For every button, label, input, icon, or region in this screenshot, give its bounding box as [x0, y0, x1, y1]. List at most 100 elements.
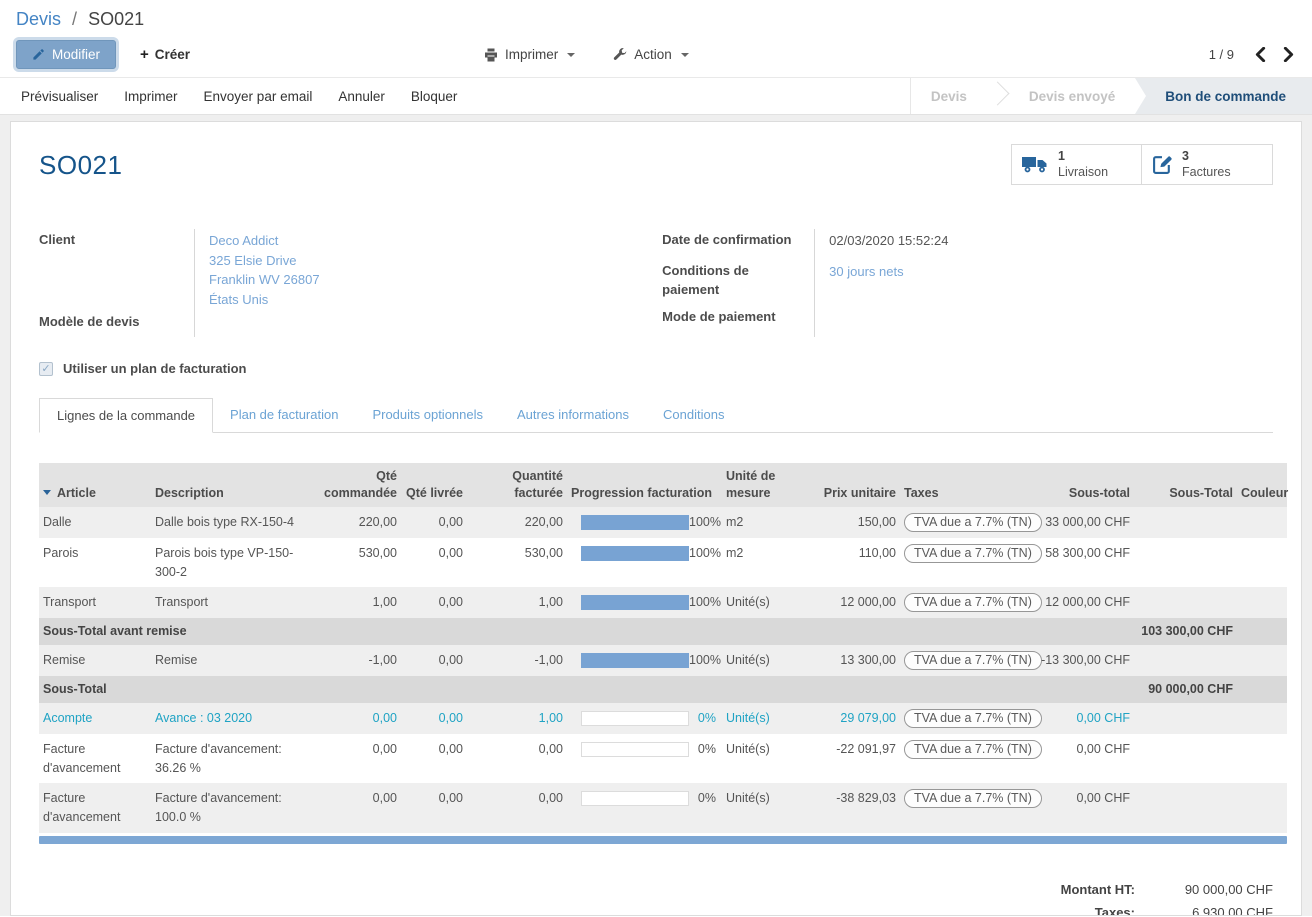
table-horizontal-scrollbar[interactable]	[39, 836, 1287, 844]
section-amount: 103 300,00 CHF	[1134, 618, 1237, 645]
cell-subtotal-2	[1134, 645, 1237, 676]
statusbar-state-devis-envoye[interactable]: Devis envoyé	[1009, 78, 1135, 114]
tab-autres-informations[interactable]: Autres informations	[500, 398, 646, 433]
column-header-taxes[interactable]: Taxes	[900, 463, 1034, 507]
table-section-row[interactable]: Sous-Total avant remise103 300,00 CHF	[39, 618, 1287, 645]
cell-qty-invoiced: 1,00	[467, 587, 567, 618]
statusbar-button-bloquer[interactable]: Bloquer	[398, 78, 471, 114]
invoicing-plan-checkbox[interactable]: ✓	[39, 362, 53, 376]
cell-subtotal: 12 000,00 CHF	[1034, 587, 1134, 618]
quote-template-field-value[interactable]	[194, 311, 637, 337]
statusbar-state-bon-de-commande[interactable]: Bon de commande	[1135, 78, 1312, 114]
progress-percent-label: 100%	[689, 513, 723, 532]
statusbar-button-annuler[interactable]: Annuler	[325, 78, 398, 114]
cell-qty-ordered: 0,00	[309, 703, 401, 734]
cell-couleur	[1237, 507, 1287, 538]
client-address-line[interactable]: 325 Elsie Drive	[209, 251, 637, 271]
order-line-row[interactable]: Facture d'avancementFacture d'avancement…	[39, 734, 1287, 784]
section-filler	[1237, 618, 1287, 645]
statusbar-state-devis[interactable]: Devis	[911, 78, 987, 114]
cell-couleur	[1237, 645, 1287, 676]
column-header-sous-total[interactable]: Sous-total	[1034, 463, 1134, 507]
total-row-taxes: Taxes:6 930,00 CHF	[1001, 901, 1273, 916]
cell-description: Dalle bois type RX-150-4	[151, 507, 309, 538]
print-menu-button[interactable]: Imprimer	[478, 46, 581, 63]
column-header-sous-total-2[interactable]: Sous-Total	[1134, 463, 1237, 507]
cell-description: Parois bois type VP-150-300-2	[151, 538, 309, 588]
edit-button[interactable]: Modifier	[16, 40, 116, 69]
action-menu-button[interactable]: Action	[607, 46, 695, 63]
stat-button-count: 1	[1058, 149, 1108, 165]
cell-subtotal: -13 300,00 CHF	[1034, 645, 1134, 676]
totals-block: Montant HT:90 000,00 CHFTaxes:6 930,00 C…	[1001, 878, 1273, 916]
confirmation-date-field-label: Date de confirmation	[662, 229, 814, 260]
statusbar-button-imprimer[interactable]: Imprimer	[111, 78, 190, 114]
table-section-row[interactable]: Sous-Total90 000,00 CHF	[39, 676, 1287, 703]
total-row-montant-ht: Montant HT:90 000,00 CHF	[1001, 878, 1273, 901]
breadcrumb-parent-link[interactable]: Devis	[16, 9, 61, 29]
payment-mode-field-value[interactable]	[814, 306, 1260, 337]
column-header-quantite-facturee[interactable]: Quantité facturée	[467, 463, 567, 507]
order-line-row[interactable]: Facture d'avancementFacture d'avancement…	[39, 783, 1287, 833]
cell-qty-delivered: 0,00	[401, 538, 467, 588]
client-address-line[interactable]: États Unis	[209, 290, 637, 310]
breadcrumb-separator: /	[72, 9, 77, 29]
cell-couleur	[1237, 538, 1287, 588]
pager-next-button[interactable]	[1281, 45, 1296, 64]
column-header-article[interactable]: Article	[39, 463, 151, 507]
cell-uom: Unité(s)	[722, 783, 808, 833]
cell-qty-ordered: -1,00	[309, 645, 401, 676]
invoice-edit-icon	[1152, 154, 1173, 175]
cell-article: Facture d'avancement	[39, 783, 151, 833]
cell-subtotal-2	[1134, 734, 1237, 784]
client-address-line[interactable]: Deco Addict	[209, 231, 637, 251]
cell-qty-ordered: 530,00	[309, 538, 401, 588]
progress-percent-label: 100%	[689, 593, 723, 612]
cell-qty-delivered: 0,00	[401, 783, 467, 833]
progress-percent-label: 0%	[689, 789, 718, 808]
cell-article: Dalle	[39, 507, 151, 538]
order-line-row[interactable]: AcompteAvance : 03 20200,000,001,000%Uni…	[39, 703, 1287, 734]
stat-button-livraison[interactable]: 1Livraison	[1011, 144, 1142, 185]
chevron-down-icon	[567, 53, 575, 57]
progress-bar	[581, 791, 689, 806]
column-header-prix-unitaire[interactable]: Prix unitaire	[808, 463, 900, 507]
statusbar-button-envoyer-par-email[interactable]: Envoyer par email	[191, 78, 326, 114]
column-header-qte-commandee[interactable]: Qté commandée	[309, 463, 401, 507]
column-header-qte-livree[interactable]: Qté livrée	[401, 463, 467, 507]
payment-terms-link[interactable]: 30 jours nets	[829, 262, 1260, 282]
statusbar-button-previsualiser[interactable]: Prévisualiser	[8, 78, 111, 114]
cell-description: Avance : 03 2020	[151, 703, 309, 734]
tab-plan-de-facturation[interactable]: Plan de facturation	[213, 398, 355, 433]
column-header-couleur[interactable]: Couleur	[1237, 463, 1287, 507]
printer-icon	[484, 48, 498, 62]
stat-buttons: 1Livraison3Factures	[1011, 144, 1273, 185]
tab-conditions[interactable]: Conditions	[646, 398, 741, 433]
cell-article: Facture d'avancement	[39, 734, 151, 784]
column-header-progression-facturation[interactable]: Progression facturation	[567, 463, 722, 507]
cell-taxes: TVA due a 7.7% (TN)	[900, 734, 1034, 784]
order-line-row[interactable]: TransportTransport1,000,001,00100%Unité(…	[39, 587, 1287, 618]
client-address-line[interactable]: Franklin WV 26807	[209, 270, 637, 290]
order-line-row[interactable]: ParoisParois bois type VP-150-300-2530,0…	[39, 538, 1287, 588]
pager-previous-button[interactable]	[1253, 45, 1268, 64]
stat-button-factures[interactable]: 3Factures	[1142, 144, 1273, 185]
client-field-label: Client	[39, 229, 194, 311]
create-button[interactable]: + Créer	[134, 45, 196, 64]
cell-subtotal-2	[1134, 587, 1237, 618]
column-header-unite-de-mesure[interactable]: Unité de mesure	[722, 463, 808, 507]
tab-lignes-de-la-commande[interactable]: Lignes de la commande	[39, 398, 213, 433]
stat-button-label: Livraison	[1058, 165, 1108, 181]
cell-uom: Unité(s)	[722, 734, 808, 784]
column-header-description[interactable]: Description	[151, 463, 309, 507]
order-line-row[interactable]: RemiseRemise-1,000,00-1,00100%Unité(s)13…	[39, 645, 1287, 676]
cell-uom: m2	[722, 507, 808, 538]
cell-invoicing-progress: 100%	[567, 587, 722, 618]
cell-qty-delivered: 0,00	[401, 645, 467, 676]
progress-percent-label: 100%	[689, 544, 723, 563]
cell-qty-invoiced: 220,00	[467, 507, 567, 538]
progress-percent-label: 0%	[689, 709, 718, 728]
tab-produits-optionnels[interactable]: Produits optionnels	[355, 398, 500, 433]
breadcrumb-current: SO021	[88, 9, 144, 29]
order-line-row[interactable]: DalleDalle bois type RX-150-4220,000,002…	[39, 507, 1287, 538]
